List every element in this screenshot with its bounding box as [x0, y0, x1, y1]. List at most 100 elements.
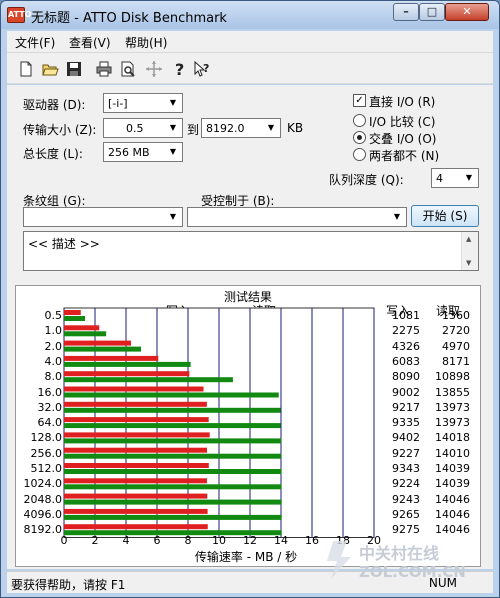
write-value: 9217	[392, 400, 420, 414]
transfer-size-label: 传输大小 (Z):	[23, 123, 97, 137]
y-tick-label: 2048.0	[23, 492, 63, 506]
y-tick-label: 64.0	[37, 416, 63, 430]
direct-io-checkbox[interactable]: ✓	[353, 94, 366, 107]
x-tick-label: 12	[243, 534, 257, 547]
svg-text:中关村在线: 中关村在线	[359, 544, 439, 563]
y-tick-label: 1.0	[44, 324, 63, 338]
transfer-to-select[interactable]: 8192.0 ▼	[201, 118, 281, 138]
y-tick-label: 4.0	[44, 354, 63, 368]
radio-neither[interactable]	[353, 148, 366, 161]
write-bar	[64, 524, 208, 530]
read-bar	[64, 392, 279, 398]
write-value: 8090	[392, 370, 420, 384]
read-bar	[64, 499, 282, 505]
stripe-group-select[interactable]: ▼	[23, 207, 183, 227]
drive-label: 驱动器 (D):	[23, 98, 86, 112]
open-folder-icon[interactable]	[41, 60, 59, 78]
move-icon[interactable]	[145, 60, 163, 78]
write-value: 9227	[392, 446, 420, 460]
app-icon[interactable]: ATTO	[7, 7, 31, 23]
write-bar	[64, 447, 208, 453]
read-value: 14046	[435, 507, 470, 521]
read-value: 8171	[442, 354, 470, 368]
y-tick-label: 8192.0	[23, 523, 63, 537]
read-bar	[64, 331, 107, 337]
write-bar	[64, 478, 207, 484]
radio-overlapped-io[interactable]	[353, 131, 366, 144]
transfer-to-value: 8192.0	[206, 122, 245, 135]
controlled-by-select[interactable]: ▼	[187, 207, 407, 227]
description-scrollbar[interactable]: ▲ ▼	[461, 232, 478, 270]
drive-select[interactable]: [-i-] ▼	[103, 93, 183, 113]
write-value: 4326	[392, 339, 420, 353]
x-tick-label: 10	[212, 534, 226, 547]
write-value: 9002	[392, 385, 420, 399]
save-icon[interactable]	[65, 60, 83, 78]
radio-overlapped-io-label: 交叠 I/O (O)	[369, 132, 437, 146]
chevron-down-icon: ▼	[393, 212, 401, 221]
transfer-from-value: 0.5	[126, 122, 144, 135]
read-bar	[64, 484, 282, 490]
write-value: 2275	[392, 324, 420, 338]
direct-io-label: 直接 I/O (R)	[369, 95, 436, 109]
svg-text:?: ?	[175, 60, 184, 78]
menu-view[interactable]: 查看(V)	[69, 34, 111, 51]
watermark-logo: 中关村在线 ZOL.COM.CN	[327, 541, 466, 581]
menu-file[interactable]: 文件(F)	[15, 34, 55, 51]
read-value: 14018	[435, 431, 470, 445]
y-tick-label: 32.0	[37, 400, 63, 414]
write-bar	[64, 401, 207, 407]
print-icon[interactable]	[95, 60, 113, 78]
minimize-button[interactable]: –	[393, 3, 419, 21]
chevron-down-icon: ▼	[169, 123, 177, 132]
y-tick-label: 256.0	[30, 446, 63, 460]
write-bar	[64, 340, 132, 346]
svg-text:?: ?	[203, 62, 209, 75]
help-icon[interactable]: ?	[171, 60, 189, 78]
close-button[interactable]: ✕	[445, 3, 489, 21]
write-bar	[64, 355, 159, 361]
write-value: 1081	[392, 309, 420, 322]
print-preview-icon[interactable]	[119, 60, 137, 78]
write-value: 9224	[392, 477, 420, 491]
scroll-down-icon[interactable]: ▼	[466, 259, 471, 267]
scroll-up-icon[interactable]: ▲	[466, 235, 471, 243]
write-value: 6083	[392, 354, 420, 368]
chevron-down-icon: ▼	[465, 173, 473, 182]
radio-neither-label: 两者都不 (N)	[369, 149, 440, 163]
menu-help[interactable]: 帮助(H)	[125, 34, 167, 51]
write-value: 9265	[392, 507, 420, 521]
read-value: 14046	[435, 523, 470, 537]
results-panel: 测试结果 写入 读取 写入 读取 024681012141618200.5108…	[15, 285, 481, 567]
maximize-button[interactable]: □	[419, 3, 445, 21]
read-value: 14010	[435, 446, 470, 460]
x-tick-label: 14	[274, 534, 288, 547]
write-bar	[64, 508, 208, 514]
chevron-down-icon: ▼	[169, 212, 177, 221]
read-bar	[64, 407, 281, 413]
window-title: 无标题 - ATTO Disk Benchmark	[31, 11, 227, 26]
total-length-select[interactable]: 256 MB ▼	[103, 142, 183, 162]
title-bar[interactable]: ATTO 无标题 - ATTO Disk Benchmark – □ ✕	[1, 1, 499, 29]
y-tick-label: 16.0	[37, 385, 63, 399]
description-text: << 描述 >>	[28, 237, 100, 251]
x-tick-label: 6	[153, 534, 161, 547]
new-file-icon[interactable]	[17, 60, 35, 78]
y-tick-label: 2.0	[44, 339, 63, 353]
app-window: ATTO 无标题 - ATTO Disk Benchmark – □ ✕ 文件(…	[0, 0, 500, 598]
start-button[interactable]: 开始 (S)	[411, 205, 479, 227]
to-label: 到	[187, 123, 200, 137]
read-bar	[64, 514, 282, 520]
read-value: 14039	[435, 477, 470, 491]
description-textarea[interactable]: << 描述 >> ▲ ▼	[23, 231, 479, 271]
queue-depth-label: 队列深度 (Q):	[329, 173, 404, 187]
write-bar	[64, 463, 209, 468]
read-bar	[64, 361, 191, 367]
transfer-from-select[interactable]: 0.5 ▼	[103, 118, 183, 138]
queue-depth-select[interactable]: 4 ▼	[431, 168, 479, 188]
read-bar	[64, 469, 282, 474]
radio-io-compare[interactable]	[353, 114, 366, 127]
write-bar	[64, 386, 204, 392]
svg-text:ZOL.COM.CN: ZOL.COM.CN	[359, 563, 466, 581]
context-help-icon[interactable]: ?	[193, 60, 211, 78]
